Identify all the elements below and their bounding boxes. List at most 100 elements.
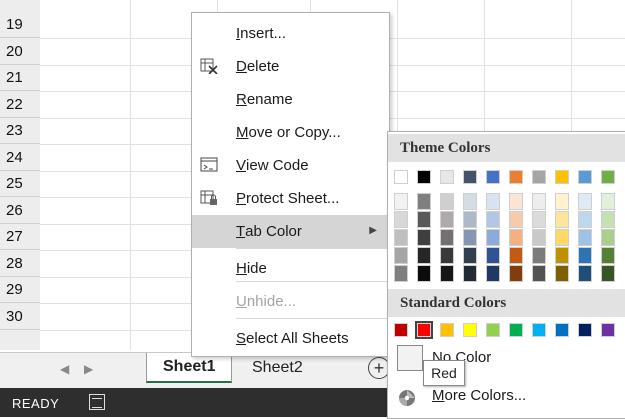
theme-shade-swatch[interactable]	[486, 229, 500, 246]
theme-shade-swatch[interactable]	[440, 229, 454, 246]
theme-shade-swatch[interactable]	[578, 247, 592, 264]
theme-shade-swatch[interactable]	[486, 193, 500, 210]
theme-color-swatch[interactable]	[555, 170, 569, 184]
scroll-tabs-right-icon[interactable]: ▶	[84, 362, 93, 376]
theme-color-swatch[interactable]	[440, 170, 454, 184]
standard-color-swatch[interactable]	[415, 321, 433, 339]
theme-shade-swatch[interactable]	[417, 193, 431, 210]
theme-shade-swatch[interactable]	[486, 265, 500, 282]
theme-shade-swatch[interactable]	[532, 193, 546, 210]
theme-shade-swatch[interactable]	[601, 247, 615, 264]
theme-shade-swatch[interactable]	[578, 265, 592, 282]
theme-shade-swatch[interactable]	[417, 265, 431, 282]
theme-color-swatch[interactable]	[509, 170, 523, 184]
theme-shade-swatch[interactable]	[555, 211, 569, 228]
standard-color-swatch[interactable]	[532, 323, 546, 337]
theme-shade-swatch[interactable]	[555, 229, 569, 246]
standard-color-swatch[interactable]	[440, 323, 454, 337]
menu-item-delete[interactable]: Delete	[192, 50, 389, 83]
theme-shade-swatch[interactable]	[555, 193, 569, 210]
standard-color-swatch[interactable]	[601, 323, 615, 337]
theme-shade-swatch[interactable]	[601, 193, 615, 210]
row-header[interactable]: 27	[0, 224, 40, 250]
theme-shade-swatch[interactable]	[394, 211, 408, 228]
row-header[interactable]: 25	[0, 171, 40, 197]
theme-shade-swatch[interactable]	[555, 247, 569, 264]
theme-shade-swatch[interactable]	[509, 265, 523, 282]
theme-shade-swatch[interactable]	[578, 193, 592, 210]
row-header[interactable]: 29	[0, 277, 40, 303]
row-header[interactable]: 28	[0, 251, 40, 277]
theme-shade-swatch[interactable]	[601, 211, 615, 228]
theme-shade-swatch[interactable]	[509, 193, 523, 210]
theme-shade-swatch[interactable]	[440, 247, 454, 264]
menu-item-move-or-copy[interactable]: Move or Copy...	[192, 116, 389, 149]
menu-item-insert[interactable]: Insert...	[192, 17, 389, 50]
theme-shade-swatch[interactable]	[417, 247, 431, 264]
theme-shade-swatch[interactable]	[440, 211, 454, 228]
theme-color-swatch[interactable]	[463, 170, 477, 184]
theme-shade-swatch[interactable]	[463, 247, 477, 264]
standard-color-swatch[interactable]	[555, 323, 569, 337]
macro-recording-icon[interactable]	[89, 394, 105, 410]
theme-shade-swatch[interactable]	[486, 211, 500, 228]
theme-shade-swatch[interactable]	[601, 229, 615, 246]
theme-shade-swatch[interactable]	[463, 265, 477, 282]
row-header[interactable]: 19	[0, 12, 40, 38]
sheet-tab-sheet1[interactable]: Sheet1	[146, 353, 233, 383]
theme-shade-swatch[interactable]	[509, 211, 523, 228]
theme-shade-swatch[interactable]	[394, 229, 408, 246]
no-color-swatch[interactable]	[397, 345, 423, 371]
theme-color-swatch[interactable]	[532, 170, 546, 184]
row-header[interactable]: 23	[0, 118, 40, 144]
theme-shade-swatch[interactable]	[417, 229, 431, 246]
theme-shade-swatch[interactable]	[394, 247, 408, 264]
row-header[interactable]: 21	[0, 65, 40, 91]
menu-item-protect-sheet[interactable]: Protect Sheet...	[192, 182, 389, 215]
theme-shade-swatch[interactable]	[555, 265, 569, 282]
theme-color-swatch[interactable]	[486, 170, 500, 184]
theme-color-swatch[interactable]	[601, 170, 615, 184]
standard-color-swatch[interactable]	[578, 323, 592, 337]
theme-shade-swatch[interactable]	[463, 211, 477, 228]
standard-color-swatch[interactable]	[486, 323, 500, 337]
scroll-tabs-left-icon[interactable]: ◀	[60, 362, 69, 376]
menu-item-rename[interactable]: Rename	[192, 83, 389, 116]
theme-shade-swatch[interactable]	[486, 247, 500, 264]
theme-shade-swatch[interactable]	[394, 265, 408, 282]
theme-shade-swatch[interactable]	[440, 265, 454, 282]
menu-item-tab-color[interactable]: Tab Color ▶	[192, 215, 389, 248]
theme-shade-swatch[interactable]	[532, 211, 546, 228]
more-colors-option[interactable]: More Colors...	[432, 387, 526, 404]
theme-shade-swatch[interactable]	[440, 193, 454, 210]
theme-color-swatch[interactable]	[394, 170, 408, 184]
row-header[interactable]: 24	[0, 145, 40, 171]
row-header[interactable]: 22	[0, 92, 40, 118]
theme-color-swatch[interactable]	[417, 170, 431, 184]
theme-shade-swatch[interactable]	[532, 265, 546, 282]
theme-shade-swatch[interactable]	[532, 247, 546, 264]
theme-shade-swatch[interactable]	[417, 211, 431, 228]
theme-shade-swatch[interactable]	[463, 193, 477, 210]
sheet-tab-sheet2[interactable]: Sheet2	[236, 353, 319, 383]
theme-shade-swatch[interactable]	[394, 193, 408, 210]
menu-accelerator: D	[236, 58, 247, 75]
standard-color-swatch[interactable]	[394, 323, 408, 337]
theme-shade-swatch[interactable]	[532, 229, 546, 246]
theme-shade-swatch[interactable]	[509, 247, 523, 264]
menu-item-select-all-sheets[interactable]: Select All Sheets	[192, 322, 389, 355]
row-header[interactable]: 20	[0, 39, 40, 65]
theme-shade-swatch[interactable]	[463, 229, 477, 246]
menu-item-view-code[interactable]: View Code	[192, 149, 389, 182]
menu-item-unhide[interactable]: Unhide...	[192, 285, 389, 318]
theme-shade-swatch[interactable]	[601, 265, 615, 282]
standard-color-swatch[interactable]	[463, 323, 477, 337]
row-header[interactable]: 26	[0, 198, 40, 224]
row-header[interactable]: 30	[0, 304, 40, 330]
theme-shade-swatch[interactable]	[578, 211, 592, 228]
theme-shade-swatch[interactable]	[578, 229, 592, 246]
theme-color-swatch[interactable]	[578, 170, 592, 184]
theme-shade-swatch[interactable]	[509, 229, 523, 246]
standard-color-swatch[interactable]	[509, 323, 523, 337]
menu-item-label: ove or Copy...	[248, 124, 341, 141]
